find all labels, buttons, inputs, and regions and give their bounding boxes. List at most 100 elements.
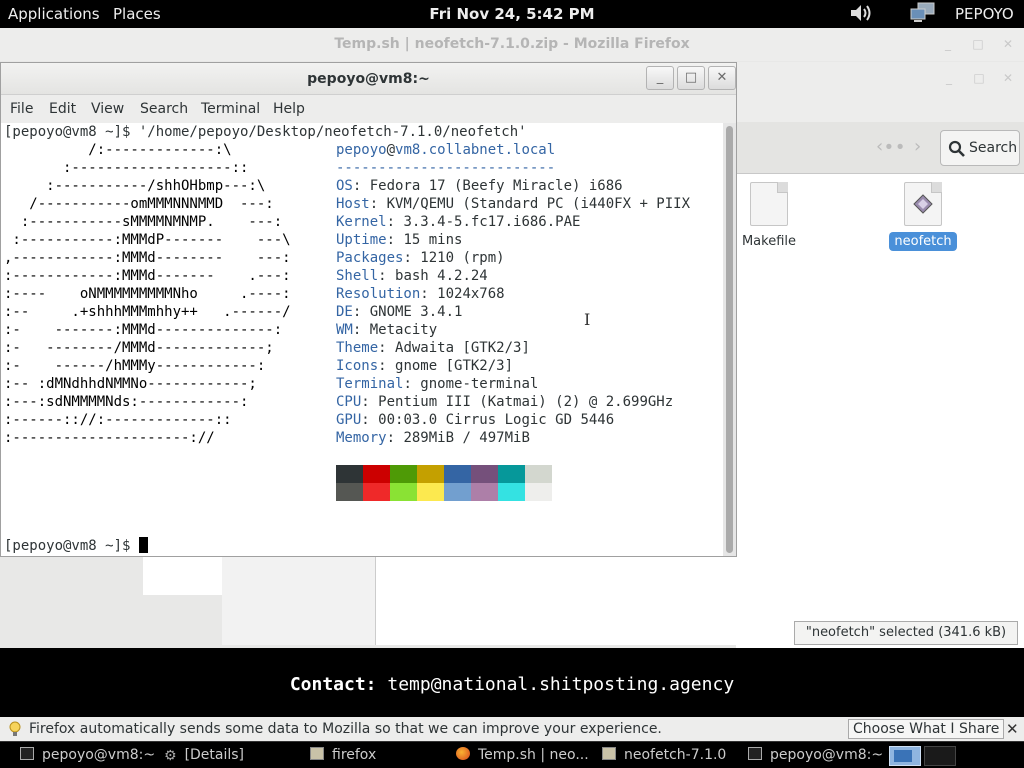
files-close-button[interactable]: ✕ [1000, 71, 1016, 85]
task-terminal-2[interactable]: pepoyo@vm8:~ [748, 747, 883, 765]
close-icon[interactable]: ✕ [1006, 717, 1020, 741]
files-maximize-button[interactable]: □ [971, 71, 987, 85]
ascii-art-line: :------:://:-------------:: [4, 412, 232, 428]
info-key: Host [336, 196, 370, 212]
ascii-art-line: :------------:MMMd------- .---: [4, 268, 291, 284]
firefox-maximize-button[interactable]: □ [970, 37, 986, 51]
task-details[interactable]: ⚙ [Details] [164, 747, 244, 765]
color-swatch [336, 483, 363, 501]
info-value: 289MiB / 497MiB [403, 430, 530, 446]
folder-icon [602, 747, 616, 760]
files-minimize-button[interactable]: _ [941, 71, 957, 85]
info-line: Host: KVM/QEMU (Standard PC (i440FX + PI… [336, 196, 691, 212]
info-value: GNOME 3.4.1 [369, 304, 463, 320]
terminal-icon [748, 747, 762, 760]
menu-search[interactable]: Search [140, 101, 188, 117]
info-value: gnome-terminal [420, 376, 539, 392]
scrollbar-thumb[interactable] [726, 126, 733, 553]
firefox-window-title[interactable]: Temp.sh | neofetch-7.1.0.zip - Mozilla F… [0, 28, 1024, 61]
ascii-art-line: ,------------:MMMd-------- ---: [4, 250, 291, 266]
terminal-window: pepoyo@vm8:~ _ □ ✕ File Edit View Search… [0, 62, 737, 557]
ascii-art-line: /:-------------:\ [4, 142, 232, 158]
ascii-art-line: :- --------/MMMd-------------; [4, 340, 274, 356]
info-value: KVM/QEMU (Standard PC (i440FX + PIIX [386, 196, 691, 212]
info-key: CPU [336, 394, 362, 410]
firefox-close-button[interactable]: ✕ [1000, 37, 1016, 51]
menu-edit[interactable]: Edit [49, 101, 76, 117]
info-value: 15 mins [403, 232, 463, 248]
color-swatch [363, 483, 390, 501]
file-manager-menubar [736, 94, 1024, 122]
task-label: neofetch-7.1.0 [624, 747, 727, 763]
task-neofetch-folder[interactable]: neofetch-7.1.0 [602, 747, 726, 765]
info-key: Theme [336, 340, 379, 356]
task-terminal-1[interactable]: pepoyo@vm8:~ [20, 747, 155, 765]
info-line: Shell: bash 4.2.24 [336, 268, 488, 284]
info-key: Terminal [336, 376, 404, 392]
color-swatch [444, 483, 471, 501]
terminal-output[interactable]: [pepoyo@vm8 ~]$ '/home/pepoyo/Desktop/ne… [1, 123, 723, 556]
info-value: gnome [GTK2/3] [395, 358, 514, 374]
menu-terminal[interactable]: Terminal [201, 101, 260, 117]
task-label: pepoyo@vm8:~ [770, 747, 884, 763]
contact-banner: Contact: temp@national.shitposting.agenc… [0, 674, 1024, 695]
file-manager-titlebar[interactable]: _ □ ✕ [736, 62, 1024, 94]
volume-icon[interactable] [849, 3, 873, 23]
task-label: Temp.sh | neo... [478, 747, 589, 763]
contact-email[interactable]: temp@national.shitposting.agency [387, 674, 734, 695]
terminal-titlebar[interactable]: pepoyo@vm8:~ _ □ ✕ [1, 63, 736, 95]
info-line: Terminal: gnome-terminal [336, 376, 539, 392]
color-swatch [336, 465, 363, 483]
ascii-art-line: :---- oNMMMMMMMMMNho .----: [4, 286, 291, 302]
ascii-art-line: :-- :dMNdhhdNMMNo------------; [4, 376, 257, 392]
info-key: Shell [336, 268, 379, 284]
terminal-icon [20, 747, 34, 760]
file-item-neofetch[interactable]: neofetch [888, 182, 958, 251]
minimize-button[interactable]: _ [646, 66, 674, 90]
user-menu[interactable]: PEPOYO [955, 5, 1014, 23]
info-line: CPU: Pentium III (Katmai) (2) @ 2.699GHz [336, 394, 674, 410]
info-line: Uptime: 15 mins [336, 232, 463, 248]
color-swatch [444, 465, 471, 483]
choose-what-i-share-button[interactable]: Choose What I Share [848, 719, 1005, 739]
info-value: 3.3.4-5.fc17.i686.PAE [403, 214, 581, 230]
color-swatch [525, 483, 552, 501]
color-swatch [417, 465, 444, 483]
close-button[interactable]: ✕ [708, 66, 736, 90]
info-value: Pentium III (Katmai) (2) @ 2.699GHz [378, 394, 674, 410]
color-swatch [498, 465, 525, 483]
file-label: neofetch [889, 232, 957, 251]
file-item-makefile[interactable]: Makefile [734, 182, 804, 251]
terminal-scrollbar[interactable] [723, 123, 736, 556]
info-key: Kernel [336, 214, 387, 230]
info-key: Icons [336, 358, 379, 374]
task-firefox-folder[interactable]: firefox [310, 747, 376, 765]
taskbar: pepoyo@vm8:~ ⚙ [Details] firefox Temp.sh … [0, 741, 1024, 768]
workspace-switcher-1[interactable] [889, 746, 921, 766]
network-icon[interactable] [910, 2, 936, 24]
task-firefox-browser[interactable]: Temp.sh | neo... [456, 747, 589, 765]
info-line: OS: Fedora 17 (Beefy Miracle) i686 [336, 178, 623, 194]
menu-view[interactable]: View [91, 101, 124, 117]
gear-icon: ⚙ [164, 748, 177, 764]
menu-help[interactable]: Help [273, 101, 305, 117]
forward-arrow-icon[interactable]: › [914, 136, 938, 158]
info-line: Kernel: 3.3.4-5.fc17.i686.PAE [336, 214, 581, 230]
notification-bar: Firefox automatically sends some data to… [0, 717, 1024, 741]
search-button[interactable]: Search [940, 130, 1020, 166]
shell-prompt: [pepoyo@vm8 ~]$ [4, 537, 148, 555]
firefox-icon [456, 747, 470, 760]
workspace-switcher-2[interactable] [924, 746, 956, 766]
menu-file[interactable]: File [10, 101, 33, 117]
file-label: Makefile [741, 234, 797, 249]
ascii-art-line: :-----------:MMMdP------- ---\ [4, 232, 291, 248]
back-arrow-icon[interactable]: ‹∙∙ [876, 136, 906, 158]
firefox-minimize-button[interactable]: _ [940, 37, 956, 51]
ascii-art-line: :---:sdNMMMMNds:------------: [4, 394, 249, 410]
notification-text: Firefox automatically sends some data to… [29, 721, 662, 737]
info-value: 1024x768 [437, 286, 505, 302]
info-value: Adwaita [GTK2/3] [395, 340, 530, 356]
maximize-button[interactable]: □ [677, 66, 705, 90]
task-label: firefox [332, 747, 377, 763]
ascii-art-line: :-----------sMMMMNMNMP. ---: [4, 214, 283, 230]
